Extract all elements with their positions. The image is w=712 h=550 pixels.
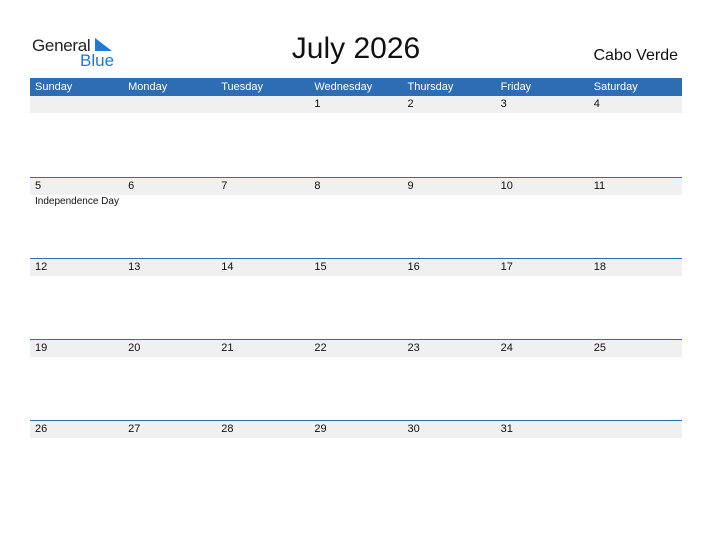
day-number: 25 xyxy=(593,342,606,354)
events-row xyxy=(30,357,682,358)
holiday-label xyxy=(216,276,309,277)
holiday-label xyxy=(403,276,496,277)
holiday-label xyxy=(589,357,682,358)
day-number: 1 xyxy=(314,98,321,110)
day-number: 23 xyxy=(407,342,420,354)
holiday-label xyxy=(123,195,216,207)
events-row: Independence Day xyxy=(30,195,682,207)
events-row xyxy=(30,438,682,439)
weekday-thursday: Thursday xyxy=(407,81,454,93)
holiday-label xyxy=(123,357,216,358)
day-number: 13 xyxy=(128,261,141,273)
day-number: 19 xyxy=(35,342,48,354)
date-strip: 19 20 21 22 23 24 25 xyxy=(30,340,682,357)
holiday-label xyxy=(123,276,216,277)
day-number: 9 xyxy=(407,180,414,192)
day-number: 2 xyxy=(407,98,414,110)
day-number: 4 xyxy=(593,98,600,110)
weekday-header: Sunday Monday Tuesday Wednesday Thursday… xyxy=(30,78,682,96)
day-number: 6 xyxy=(128,180,135,192)
day-number: 27 xyxy=(128,423,141,435)
holiday-label xyxy=(309,195,402,207)
day-number: 18 xyxy=(593,261,606,273)
day-number: 28 xyxy=(221,423,234,435)
holiday-label xyxy=(403,195,496,207)
holiday-label xyxy=(216,357,309,358)
holiday-label xyxy=(309,276,402,277)
holiday-label xyxy=(496,438,589,439)
day-number: 30 xyxy=(407,423,420,435)
day-number xyxy=(30,96,123,113)
events-row xyxy=(30,276,682,277)
day-number: 22 xyxy=(314,342,327,354)
events-row xyxy=(30,113,682,114)
day-number: 12 xyxy=(35,261,48,273)
week-row: 5 6 7 8 9 10 11 Independence Day xyxy=(30,177,682,258)
day-number: 15 xyxy=(314,261,327,273)
day-number: 8 xyxy=(314,180,321,192)
day-number: 21 xyxy=(221,342,234,354)
date-strip: 5 6 7 8 9 10 11 xyxy=(30,178,682,195)
date-strip: 1 2 3 4 xyxy=(30,96,682,113)
holiday-label xyxy=(403,357,496,358)
holiday-label xyxy=(589,113,682,114)
day-number xyxy=(216,96,309,113)
week-row: 1 2 3 4 xyxy=(30,96,682,177)
holiday-label xyxy=(123,438,216,439)
day-number: 16 xyxy=(407,261,420,273)
calendar-grid: Sunday Monday Tuesday Wednesday Thursday… xyxy=(30,78,682,438)
holiday-label xyxy=(30,113,123,114)
holiday-label xyxy=(589,438,682,439)
day-number: 5 xyxy=(35,180,42,192)
holiday-label xyxy=(30,276,123,277)
holiday-label xyxy=(403,113,496,114)
day-number: 11 xyxy=(593,180,606,192)
holiday-label xyxy=(216,113,309,114)
weekday-tuesday: Tuesday xyxy=(221,81,264,93)
holiday-label xyxy=(309,357,402,358)
week-row: 12 13 14 15 16 17 18 xyxy=(30,258,682,339)
week-row: 26 27 28 29 30 31 xyxy=(30,420,682,501)
day-number: 20 xyxy=(128,342,141,354)
holiday-label: Independence Day xyxy=(35,196,119,207)
country-label: Cabo Verde xyxy=(593,47,678,64)
day-number: 17 xyxy=(500,261,513,273)
day-number: 7 xyxy=(221,180,228,192)
weekday-sunday: Sunday xyxy=(35,81,73,93)
day-number xyxy=(123,96,216,113)
holiday-label xyxy=(496,357,589,358)
holiday-label xyxy=(309,113,402,114)
holiday-label xyxy=(216,438,309,439)
holiday-label xyxy=(216,195,309,207)
holiday-label xyxy=(309,438,402,439)
day-number: 14 xyxy=(221,261,234,273)
week-row: 19 20 21 22 23 24 25 xyxy=(30,339,682,420)
holiday-label xyxy=(123,113,216,114)
holiday-label xyxy=(403,438,496,439)
holiday-label xyxy=(30,438,123,439)
day-number: 31 xyxy=(500,423,513,435)
holiday-label xyxy=(30,357,123,358)
weekday-saturday: Saturday xyxy=(593,81,638,93)
holiday-label xyxy=(496,113,589,114)
day-number xyxy=(589,421,682,438)
date-strip: 26 27 28 29 30 31 xyxy=(30,421,682,438)
day-number: 10 xyxy=(500,180,513,192)
day-number: 24 xyxy=(500,342,513,354)
holiday-label xyxy=(496,276,589,277)
day-number: 29 xyxy=(314,423,327,435)
day-number: 3 xyxy=(500,98,507,110)
date-strip: 12 13 14 15 16 17 18 xyxy=(30,259,682,276)
weekday-monday: Monday xyxy=(128,81,168,93)
holiday-label xyxy=(589,195,682,207)
day-number: 26 xyxy=(35,423,48,435)
holiday-label xyxy=(589,276,682,277)
weekday-friday: Friday xyxy=(500,81,532,93)
weekday-wednesday: Wednesday xyxy=(314,81,373,93)
holiday-label xyxy=(496,195,589,207)
